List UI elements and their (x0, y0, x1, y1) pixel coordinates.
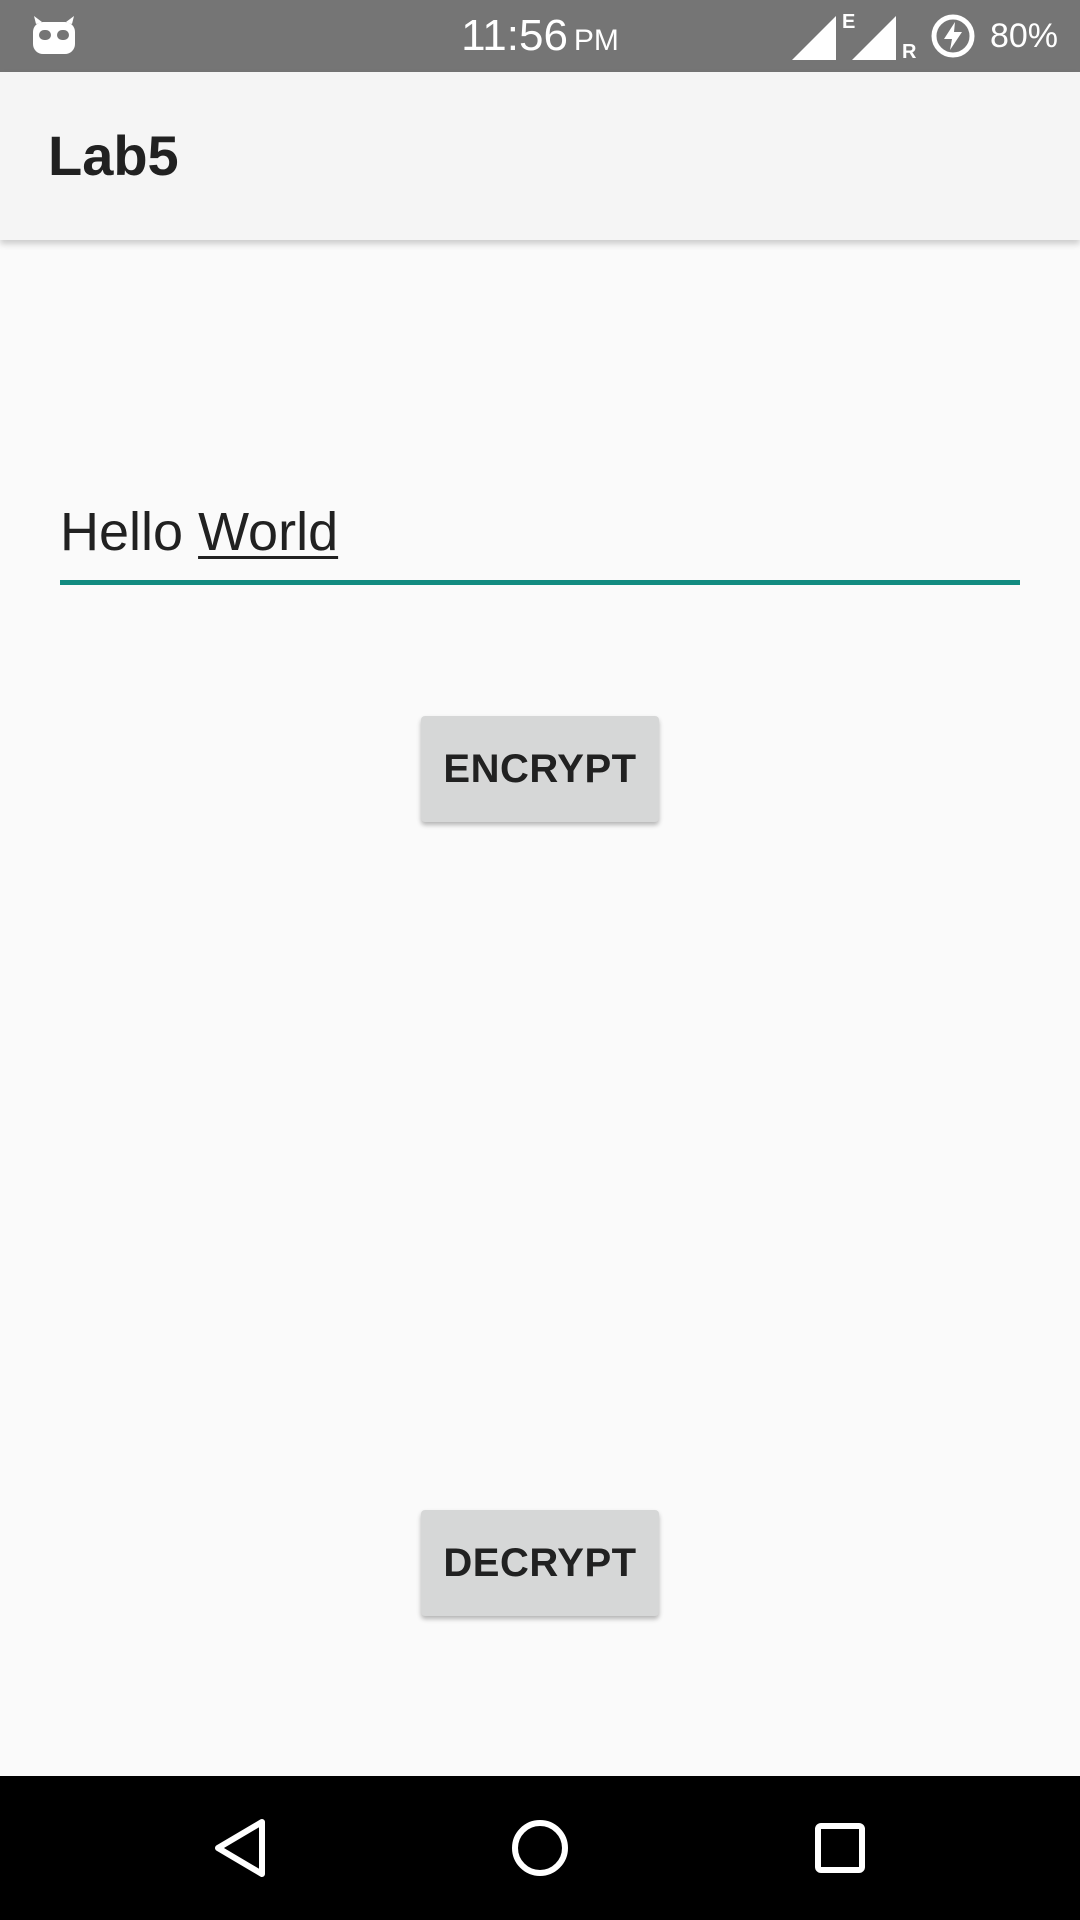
input-text-composing: World (198, 502, 339, 562)
back-button[interactable] (204, 1812, 276, 1884)
clock-time: 11:56 (461, 11, 568, 60)
message-input[interactable]: Hello World (60, 496, 1020, 585)
app-bar: Lab5 (0, 72, 1080, 240)
battery-percent: 80% (989, 17, 1058, 55)
decrypt-button[interactable]: DECRYPT (421, 1510, 659, 1616)
status-icons: E R 80% (790, 10, 1058, 62)
clock-ampm: PM (573, 24, 619, 57)
screen: 11:56 PM E R 80% Lab5 Hello World ENCRYP… (0, 0, 1080, 1920)
roaming-label: R (901, 41, 917, 63)
message-input-value[interactable]: Hello World (60, 500, 338, 564)
signal-roaming-icon (851, 16, 896, 60)
back-icon (215, 1819, 265, 1877)
battery-charging-icon (931, 14, 975, 58)
navigation-bar (0, 1776, 1080, 1920)
recents-button[interactable] (804, 1812, 876, 1884)
home-icon (512, 1820, 568, 1876)
signal-group: E (790, 10, 855, 62)
app-title: Lab5 (48, 124, 179, 187)
signal-icon (791, 16, 836, 60)
encrypt-button[interactable]: ENCRYPT (421, 716, 659, 822)
recents-icon (815, 1823, 865, 1873)
signal-roaming-group: R (850, 10, 916, 62)
status-bar: 11:56 PM E R 80% (0, 0, 1080, 72)
home-button[interactable] (504, 1812, 576, 1884)
input-text-first: Hello (60, 502, 199, 562)
